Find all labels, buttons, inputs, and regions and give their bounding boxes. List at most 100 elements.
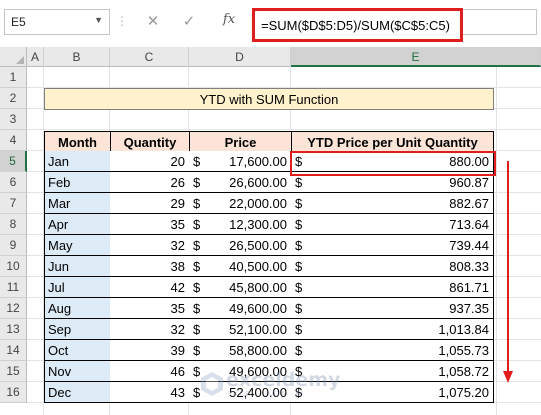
currency-symbol: $ (193, 301, 201, 316)
quantity-cell[interactable]: 43 (110, 382, 190, 403)
title-cell[interactable]: YTD with SUM Function (44, 88, 494, 110)
currency-symbol: $ (193, 259, 201, 274)
row-header-10[interactable]: 10 (0, 256, 27, 277)
watermark-tagline: EXCEL · DATA · BI (228, 391, 304, 398)
formula-input-extension[interactable] (463, 9, 537, 35)
price-cell[interactable]: $17,600.00 (189, 151, 292, 172)
price-cell[interactable]: $26,600.00 (189, 172, 292, 193)
currency-symbol: $ (295, 196, 303, 211)
watermark: exceldemy EXCEL · DATA · BI (200, 369, 340, 405)
header-month[interactable]: Month (44, 131, 111, 153)
ytd-value: 880.00 (449, 154, 489, 169)
row-header-15[interactable]: 15 (0, 361, 27, 382)
quantity-cell[interactable]: 39 (110, 340, 190, 361)
quantity-cell[interactable]: 42 (110, 277, 190, 298)
column-header-e[interactable]: E (291, 47, 541, 67)
column-header-b[interactable]: B (44, 47, 110, 67)
month-cell[interactable]: Sep (44, 319, 111, 340)
price-cell[interactable]: $49,600.00 (189, 298, 292, 319)
row-header-1[interactable]: 1 (0, 67, 27, 88)
row-header-11[interactable]: 11 (0, 277, 27, 298)
ytd-cell[interactable]: $808.33 (291, 256, 494, 277)
quantity-cell[interactable]: 29 (110, 193, 190, 214)
price-cell[interactable]: $45,800.00 (189, 277, 292, 298)
quantity-cell[interactable]: 20 (110, 151, 190, 172)
month-cell[interactable]: Dec (44, 382, 111, 403)
insert-function-icon[interactable]: fx (216, 12, 242, 32)
column-header-c[interactable]: C (110, 47, 189, 67)
quantity-cell[interactable]: 32 (110, 235, 190, 256)
month-cell[interactable]: May (44, 235, 111, 256)
row-header-13[interactable]: 13 (0, 319, 27, 340)
month-cell[interactable]: Jun (44, 256, 111, 277)
month-cell[interactable]: Jul (44, 277, 111, 298)
cancel-icon[interactable]: ✕ (140, 12, 166, 32)
quantity-cell[interactable]: 26 (110, 172, 190, 193)
ytd-cell[interactable]: $861.71 (291, 277, 494, 298)
ytd-value: 1,075.20 (438, 385, 489, 400)
ytd-value: 739.44 (449, 238, 489, 253)
row-header-8[interactable]: 8 (0, 214, 27, 235)
ytd-value: 960.87 (449, 175, 489, 190)
quantity-cell[interactable]: 38 (110, 256, 190, 277)
chevron-down-icon[interactable]: ▼ (94, 15, 103, 25)
ytd-value: 1,013.84 (438, 322, 489, 337)
formula-input[interactable]: =SUM($D$5:D5)/SUM($C$5:C5) (252, 8, 463, 42)
ytd-cell[interactable]: $739.44 (291, 235, 494, 256)
row-header-4[interactable]: 4 (0, 130, 27, 151)
price-cell[interactable]: $12,300.00 (189, 214, 292, 235)
name-box[interactable]: E5 ▼ (4, 9, 110, 35)
row-header-16[interactable]: 16 (0, 382, 27, 403)
header-price[interactable]: Price (189, 131, 292, 153)
row-header-12[interactable]: 12 (0, 298, 27, 319)
currency-symbol: $ (193, 343, 201, 358)
month-cell[interactable]: Nov (44, 361, 111, 382)
ytd-cell[interactable]: $1,013.84 (291, 319, 494, 340)
quantity-cell[interactable]: 35 (110, 298, 190, 319)
ytd-cell[interactable]: $880.00 (291, 151, 494, 172)
row-header-3[interactable]: 3 (0, 109, 27, 130)
name-box-value: E5 (11, 15, 26, 29)
ytd-value: 1,055.73 (438, 343, 489, 358)
currency-symbol: $ (295, 301, 303, 316)
ytd-cell[interactable]: $1,055.73 (291, 340, 494, 361)
drag-handle-icon[interactable]: ⋮ (116, 14, 129, 28)
row-header-5[interactable]: 5 (0, 151, 27, 172)
month-cell[interactable]: Jan (44, 151, 111, 172)
quantity-cell[interactable]: 32 (110, 319, 190, 340)
formula-bar: E5 ▼ ⋮ ✕ ✓ fx =SUM($D$5:D5)/SUM($C$5:C5) (0, 0, 541, 48)
ytd-cell[interactable]: $960.87 (291, 172, 494, 193)
currency-symbol: $ (295, 238, 303, 253)
price-value: 17,600.00 (229, 154, 287, 169)
select-all-button[interactable] (0, 47, 27, 67)
price-cell[interactable]: $22,000.00 (189, 193, 292, 214)
ytd-cell[interactable]: $713.64 (291, 214, 494, 235)
month-cell[interactable]: Apr (44, 214, 111, 235)
price-value: 26,600.00 (229, 175, 287, 190)
currency-symbol: $ (295, 322, 303, 337)
ytd-cell[interactable]: $937.35 (291, 298, 494, 319)
month-cell[interactable]: Feb (44, 172, 111, 193)
price-cell[interactable]: $40,500.00 (189, 256, 292, 277)
enter-icon[interactable]: ✓ (176, 12, 202, 32)
column-header-a[interactable]: A (27, 47, 44, 67)
formula-text: =SUM($D$5:D5)/SUM($C$5:C5) (261, 18, 450, 33)
row-header-9[interactable]: 9 (0, 235, 27, 256)
price-cell[interactable]: $52,100.00 (189, 319, 292, 340)
quantity-cell[interactable]: 35 (110, 214, 190, 235)
month-cell[interactable]: Aug (44, 298, 111, 319)
header-quantity[interactable]: Quantity (110, 131, 190, 153)
row-header-14[interactable]: 14 (0, 340, 27, 361)
price-cell[interactable]: $58,800.00 (189, 340, 292, 361)
row-header-7[interactable]: 7 (0, 193, 27, 214)
month-cell[interactable]: Oct (44, 340, 111, 361)
header-ytd[interactable]: YTD Price per Unit Quantity (291, 131, 494, 153)
price-cell[interactable]: $26,500.00 (189, 235, 292, 256)
row-header-2[interactable]: 2 (0, 88, 27, 109)
ytd-cell[interactable]: $882.67 (291, 193, 494, 214)
quantity-cell[interactable]: 46 (110, 361, 190, 382)
month-cell[interactable]: Mar (44, 193, 111, 214)
column-header-d[interactable]: D (189, 47, 291, 67)
ytd-value: 937.35 (449, 301, 489, 316)
row-header-6[interactable]: 6 (0, 172, 27, 193)
